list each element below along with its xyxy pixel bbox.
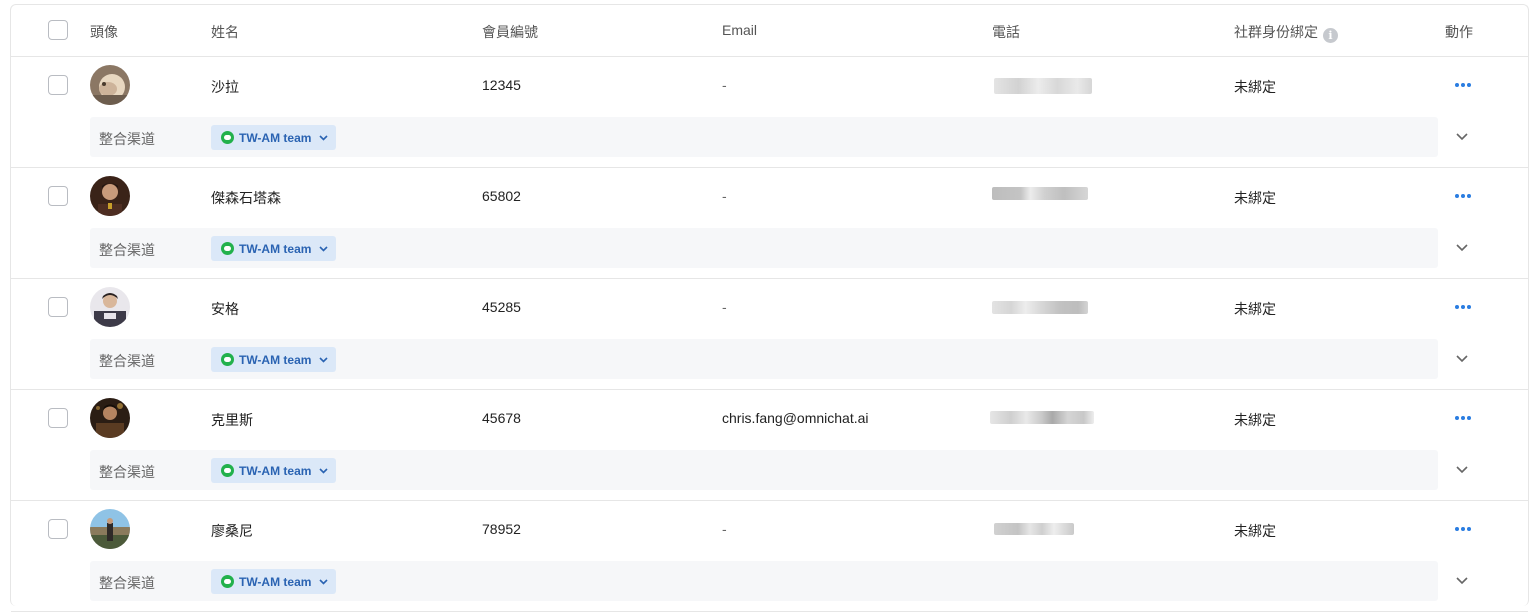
- channel-tag[interactable]: TW-AM team: [211, 125, 337, 150]
- channel-name: TW-AM team: [239, 463, 312, 478]
- name-cell[interactable]: 傑森石塔森: [211, 188, 281, 208]
- channel-row: 整合渠道 TW-AM team: [90, 561, 1438, 601]
- header-member-id[interactable]: 會員編號: [482, 22, 538, 42]
- email-cell: -: [722, 77, 727, 93]
- chevron-down-icon: [319, 356, 328, 363]
- email-cell: -: [722, 521, 727, 537]
- member-id-cell: 45678: [482, 410, 521, 426]
- table-row: 傑森石塔森 65802 - 未綁定 整合渠道 TW-AM team: [11, 168, 1528, 279]
- channel-row: 整合渠道 TW-AM team: [90, 117, 1438, 157]
- email-cell: -: [722, 299, 727, 315]
- channel-label: 整合渠道: [99, 353, 155, 369]
- line-icon: [221, 131, 234, 144]
- binding-cell: 未綁定: [1234, 301, 1276, 317]
- member-id-cell: 78952: [482, 521, 521, 537]
- chevron-down-icon: [319, 578, 328, 585]
- channel-label: 整合渠道: [99, 242, 155, 258]
- info-icon[interactable]: i: [1323, 28, 1338, 43]
- channel-label: 整合渠道: [99, 575, 155, 591]
- channel-label: 整合渠道: [99, 131, 155, 147]
- phone-masked: [994, 78, 1092, 94]
- avatar: [90, 65, 130, 105]
- chevron-down-icon: [319, 134, 328, 141]
- avatar: [90, 509, 130, 549]
- header-social-binding: 社群身份綁定 i: [1234, 22, 1338, 43]
- header-phone[interactable]: 電話: [992, 22, 1020, 42]
- chevron-down-icon[interactable]: [1456, 244, 1468, 252]
- channel-tag[interactable]: TW-AM team: [211, 236, 337, 261]
- line-icon: [221, 242, 234, 255]
- table-row: 安格 45285 - 未綁定 整合渠道 TW-AM team: [11, 279, 1528, 390]
- more-horizontal-icon[interactable]: [1454, 526, 1472, 532]
- header-email[interactable]: Email: [722, 22, 757, 38]
- line-icon: [221, 353, 234, 366]
- channel-name: TW-AM team: [239, 574, 312, 589]
- member-id-cell: 12345: [482, 77, 521, 93]
- select-all-checkbox[interactable]: [48, 20, 68, 40]
- line-icon: [221, 464, 234, 477]
- more-horizontal-icon[interactable]: [1454, 415, 1472, 421]
- chevron-down-icon[interactable]: [1456, 577, 1468, 585]
- chevron-down-icon: [319, 467, 328, 474]
- table-row: 沙拉 12345 - 未綁定 整合渠道 TW-AM team: [11, 57, 1528, 168]
- header-avatar: 頭像: [90, 24, 118, 40]
- table-row: 廖桑尼 78952 - 未綁定 整合渠道 TW-AM team: [11, 501, 1528, 612]
- phone-masked: [994, 523, 1074, 535]
- table-row: 克里斯 45678 chris.fang@omnichat.ai 未綁定 整合渠…: [11, 390, 1528, 501]
- binding-cell: 未綁定: [1234, 79, 1276, 95]
- row-checkbox[interactable]: [48, 297, 68, 317]
- name-cell[interactable]: 廖桑尼: [211, 521, 253, 541]
- chevron-down-icon[interactable]: [1456, 133, 1468, 141]
- row-checkbox[interactable]: [48, 186, 68, 206]
- binding-cell: 未綁定: [1234, 412, 1276, 428]
- name-cell[interactable]: 沙拉: [211, 77, 239, 97]
- email-cell: chris.fang@omnichat.ai: [722, 410, 869, 426]
- member-id-cell: 65802: [482, 188, 521, 204]
- channel-tag[interactable]: TW-AM team: [211, 458, 337, 483]
- table-header: 頭像 姓名 會員編號 Email 電話 社群身份綁定 i 動作: [11, 5, 1528, 57]
- line-icon: [221, 575, 234, 588]
- channel-tag[interactable]: TW-AM team: [211, 569, 337, 594]
- avatar: [90, 398, 130, 438]
- name-cell[interactable]: 安格: [211, 299, 239, 319]
- more-horizontal-icon[interactable]: [1454, 193, 1472, 199]
- channel-label: 整合渠道: [99, 464, 155, 480]
- name-cell[interactable]: 克里斯: [211, 410, 253, 430]
- phone-masked: [992, 187, 1088, 200]
- channel-name: TW-AM team: [239, 241, 312, 256]
- more-horizontal-icon[interactable]: [1454, 304, 1472, 310]
- row-checkbox[interactable]: [48, 75, 68, 95]
- chevron-down-icon[interactable]: [1456, 466, 1468, 474]
- binding-cell: 未綁定: [1234, 523, 1276, 539]
- avatar: [90, 287, 130, 327]
- email-cell: -: [722, 188, 727, 204]
- avatar: [90, 176, 130, 216]
- channel-name: TW-AM team: [239, 352, 312, 367]
- phone-masked: [992, 301, 1088, 314]
- header-name[interactable]: 姓名: [211, 22, 239, 42]
- header-social-binding-label: 社群身份綁定: [1234, 24, 1318, 40]
- member-id-cell: 45285: [482, 299, 521, 315]
- channel-row: 整合渠道 TW-AM team: [90, 228, 1438, 268]
- channel-row: 整合渠道 TW-AM team: [90, 450, 1438, 490]
- channel-tag[interactable]: TW-AM team: [211, 347, 337, 372]
- row-checkbox[interactable]: [48, 519, 68, 539]
- more-horizontal-icon[interactable]: [1454, 82, 1472, 88]
- row-checkbox[interactable]: [48, 408, 68, 428]
- chevron-down-icon[interactable]: [1456, 355, 1468, 363]
- phone-masked: [990, 411, 1094, 424]
- chevron-down-icon: [319, 245, 328, 252]
- members-table: 頭像 姓名 會員編號 Email 電話 社群身份綁定 i 動作 沙拉 12345: [10, 4, 1529, 612]
- binding-cell: 未綁定: [1234, 190, 1276, 206]
- channel-row: 整合渠道 TW-AM team: [90, 339, 1438, 379]
- channel-name: TW-AM team: [239, 130, 312, 145]
- header-actions: 動作: [1445, 24, 1473, 40]
